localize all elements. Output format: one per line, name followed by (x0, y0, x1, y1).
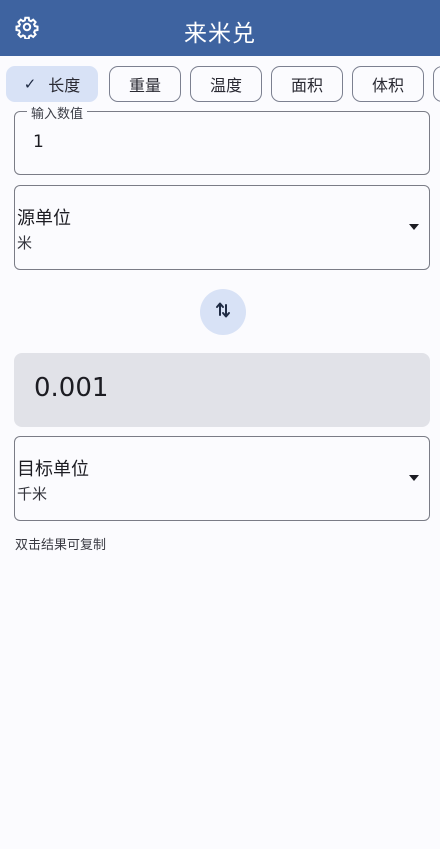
app-bar: 来米兑 (0, 0, 440, 56)
input-value-text[interactable]: 1 (33, 132, 44, 152)
check-icon: ✓ (23, 75, 37, 93)
source-unit-label: 源单位 (17, 208, 71, 229)
swap-units-button[interactable] (200, 289, 246, 335)
category-chip-bar: ✓ 长度 重量 温度 面积 体积 (0, 66, 440, 102)
chip-area[interactable]: 面积 (271, 66, 343, 102)
app-title: 来米兑 (184, 21, 256, 47)
source-unit-select[interactable]: 源单位 米 (14, 185, 430, 270)
source-unit-value: 米 (17, 234, 33, 252)
chip-label: 温度 (209, 76, 242, 95)
chip-label: 体积 (371, 76, 404, 95)
dropdown-arrow-icon[interactable] (409, 475, 419, 481)
chip-label: 面积 (290, 76, 323, 95)
chip-temperature[interactable]: 温度 (190, 66, 262, 102)
input-value-field[interactable]: 输入数值 1 (14, 103, 430, 175)
swap-vertical-icon (213, 300, 233, 324)
target-unit-value: 千米 (17, 485, 48, 503)
chip-label: 重量 (128, 76, 161, 95)
dropdown-arrow-icon[interactable] (409, 224, 419, 230)
chip-length[interactable]: ✓ 长度 (6, 66, 98, 102)
copy-hint-text: 双击结果可复制 (15, 538, 107, 553)
target-unit-label: 目标单位 (17, 459, 89, 480)
target-unit-select[interactable]: 目标单位 千米 (14, 436, 430, 521)
input-value-legend: 输入数值 (27, 103, 88, 122)
chip-weight[interactable]: 重量 (109, 66, 181, 102)
chip-label: 长度 (48, 76, 81, 95)
result-value[interactable]: 0.001 (34, 373, 108, 403)
chip-volume[interactable]: 体积 (352, 66, 424, 102)
result-box[interactable]: 0.001 (14, 353, 430, 427)
chip-more[interactable] (433, 66, 440, 102)
